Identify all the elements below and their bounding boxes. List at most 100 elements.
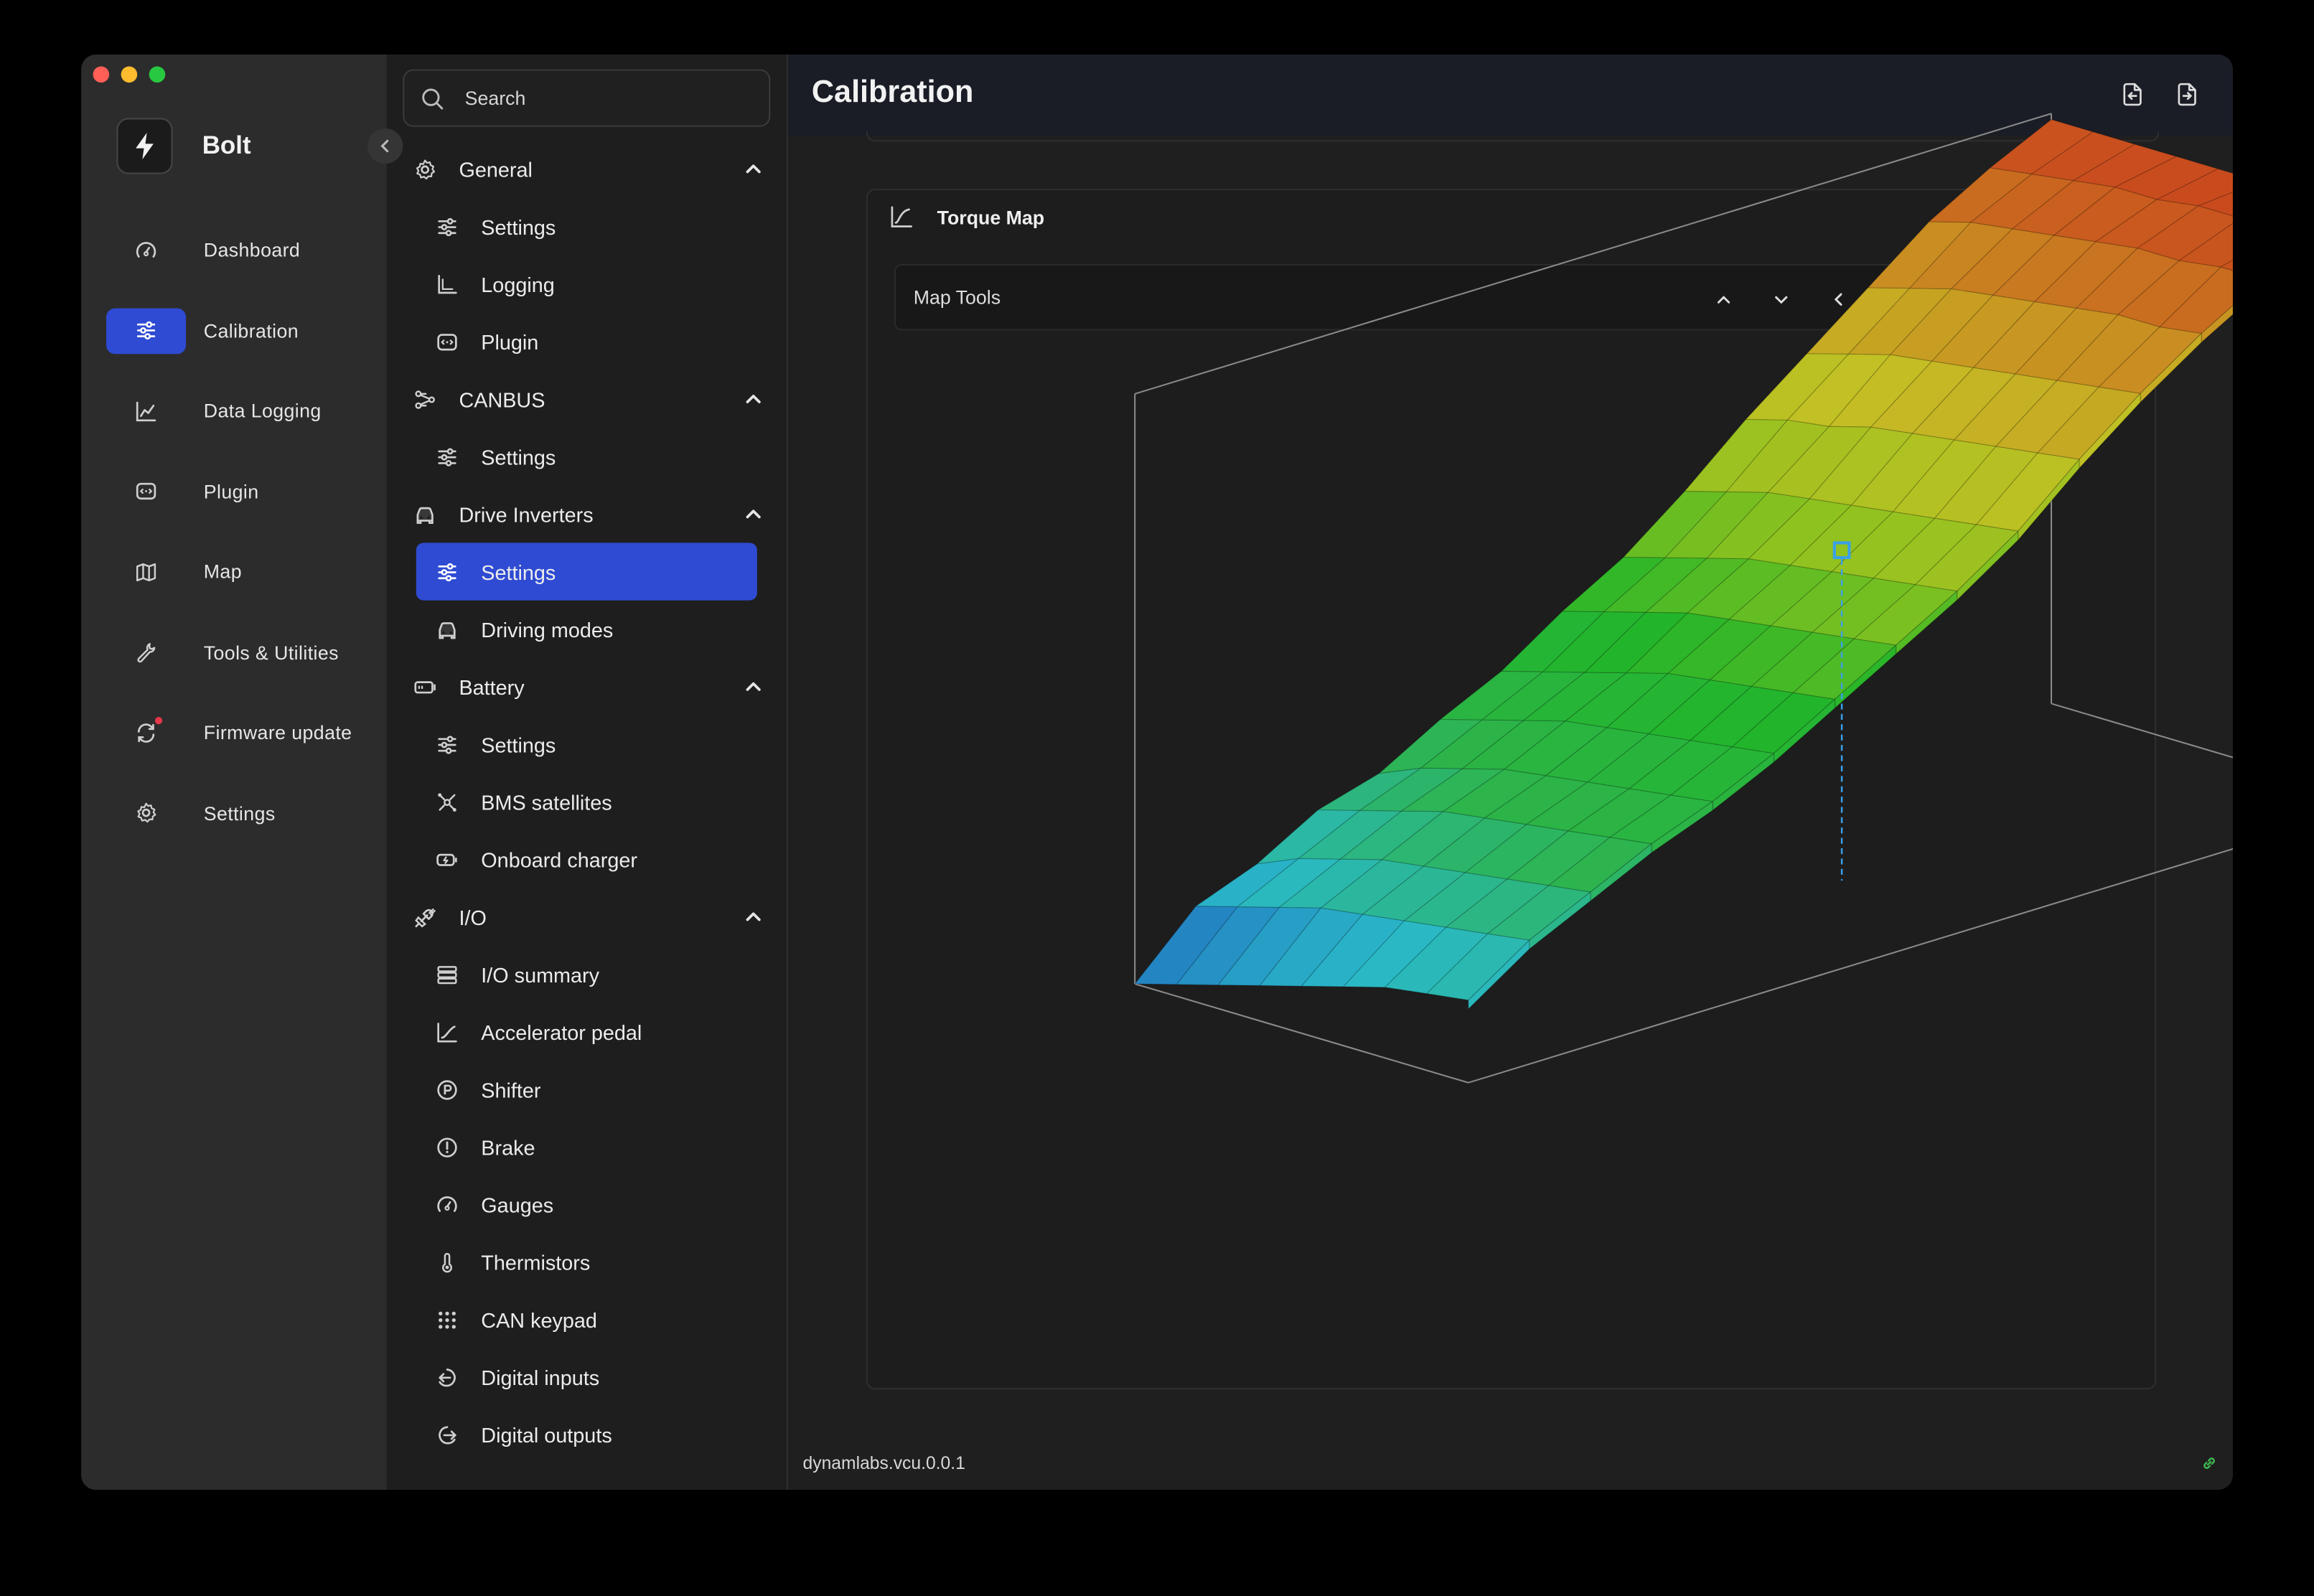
section-item-label: Logging: [481, 272, 555, 296]
chevron-up-icon: [746, 912, 761, 921]
connection-status-icon: [2201, 1453, 2219, 1480]
collapse-group-button[interactable]: [744, 677, 763, 703]
chevron-up-icon: [1716, 295, 1730, 303]
car-icon: [416, 506, 434, 523]
plugin-icon: [437, 333, 457, 350]
section-item-general-plugin[interactable]: Plugin: [409, 313, 767, 370]
section-item-label: Settings: [481, 732, 556, 756]
section-panel: Search General Settings Logging Plugin CANBU…: [386, 55, 788, 1491]
section-item-i-o-digital-outputs[interactable]: Digital outputs: [409, 1406, 767, 1463]
nav-icon-wrap: [106, 710, 186, 756]
section-item-i-o-gauges[interactable]: Gauges: [409, 1175, 767, 1233]
nav-icon-wrap: [106, 629, 186, 675]
car-icon: [439, 621, 456, 639]
map-tools-label: Map Tools: [913, 286, 1001, 309]
sliders-icon: [438, 447, 456, 466]
section-item-label: CAN keypad: [481, 1308, 597, 1332]
import-file-button[interactable]: [2119, 81, 2146, 115]
section-group-general[interactable]: General: [409, 140, 767, 197]
window-controls: [93, 66, 166, 83]
nav-item-plugin[interactable]: Plugin: [106, 469, 378, 515]
nav-item-label: Tools & Utilities: [203, 641, 339, 663]
main-content: Calibration Torque Map Map Tools dynamla…: [787, 55, 2233, 1491]
section-group-label: I/O: [459, 905, 487, 929]
primary-sidebar: Bolt Dashboard Calibration Data Logging Plu…: [81, 55, 403, 1491]
collapse-group-button[interactable]: [744, 907, 763, 934]
section-item-label: Onboard charger: [481, 847, 637, 871]
section-item-general-logging[interactable]: Logging: [409, 255, 767, 313]
nav-item-calibration[interactable]: Calibration: [106, 307, 378, 354]
bolt-logo-icon: [116, 118, 173, 174]
nav-item-label: Settings: [203, 802, 276, 824]
section-item-label: Settings: [481, 215, 556, 238]
app-window: Bolt Dashboard Calibration Data Logging Plu…: [81, 55, 2233, 1491]
chart-curve-icon: [891, 206, 912, 227]
nav-item-label: Plugin: [203, 480, 259, 502]
section-item-label: Digital outputs: [481, 1422, 612, 1447]
export-file-button[interactable]: [2174, 81, 2201, 115]
minimize-window-button[interactable]: [121, 66, 138, 83]
section-item-label: Settings: [481, 560, 556, 583]
section-item-drive-inverters-settings[interactable]: Settings: [409, 543, 767, 601]
section-group-label: CANBUS: [459, 387, 545, 411]
section-group-drive-inverters[interactable]: Drive Inverters: [409, 485, 767, 543]
section-item-drive-inverters-driving-modes[interactable]: Driving modes: [409, 601, 767, 658]
section-item-i-o-brake[interactable]: Brake: [409, 1118, 767, 1175]
section-group-i-o[interactable]: I/O: [409, 888, 767, 945]
section-item-label: Gauges: [481, 1192, 554, 1216]
sliders-icon: [136, 321, 156, 340]
chevron-down-icon: [1774, 295, 1787, 304]
satellite-icon: [438, 792, 456, 811]
nav-icon-wrap: [106, 469, 186, 515]
section-item-label: Shifter: [481, 1077, 541, 1102]
move-down-button[interactable]: [1752, 283, 1809, 314]
search-input[interactable]: Search: [403, 69, 771, 127]
section-item-i-o-shifter[interactable]: Shifter: [409, 1061, 767, 1118]
nav-item-dashboard[interactable]: Dashboard: [106, 227, 378, 273]
nav-item-label: Data Logging: [203, 400, 322, 422]
network-icon: [415, 390, 435, 408]
section-item-i-o-i-o-summary[interactable]: I/O summary: [409, 946, 767, 1003]
plugin-icon: [136, 482, 156, 500]
section-item-label: Digital inputs: [481, 1365, 600, 1389]
section-item-canbus-settings[interactable]: Settings: [409, 428, 767, 485]
section-item-general-settings[interactable]: Settings: [409, 197, 767, 255]
collapse-group-button[interactable]: [744, 390, 763, 416]
collapse-sidebar-button[interactable]: [367, 128, 403, 164]
nav-icon-wrap: [106, 549, 186, 595]
section-item-i-o-thermistors[interactable]: Thermistors: [409, 1233, 767, 1290]
nav-item-firmware-update[interactable]: Firmware update: [106, 710, 378, 756]
battery-icon: [414, 680, 436, 693]
brand: Bolt: [116, 118, 251, 174]
section-item-i-o-digital-inputs[interactable]: Digital inputs: [409, 1348, 767, 1406]
notification-badge: [154, 716, 163, 725]
section-item-i-o-accelerator-pedal[interactable]: Accelerator pedal: [409, 1003, 767, 1061]
move-up-button[interactable]: [1694, 283, 1751, 314]
section-group-label: General: [459, 156, 533, 181]
section-item-battery-bms-satellites[interactable]: BMS satellites: [409, 773, 767, 830]
nav-item-settings[interactable]: Settings: [106, 790, 378, 836]
gauge-icon: [437, 1196, 457, 1211]
section-group-battery[interactable]: Battery: [409, 658, 767, 715]
section-item-label: BMS satellites: [481, 789, 612, 814]
nav-item-map[interactable]: Map: [106, 549, 378, 595]
nav-item-data-logging[interactable]: Data Logging: [106, 388, 378, 434]
section-group-canbus[interactable]: CANBUS: [409, 370, 767, 428]
collapse-group-button[interactable]: [744, 504, 763, 531]
keypad-icon: [439, 1310, 456, 1328]
section-item-battery-settings[interactable]: Settings: [409, 715, 767, 773]
section-item-battery-onboard-charger[interactable]: Onboard charger: [409, 830, 767, 888]
charger-icon: [436, 853, 457, 865]
nav-item-label: Calibration: [203, 319, 299, 342]
sliders-icon: [438, 735, 456, 754]
nav-item-tools-utilities[interactable]: Tools & Utilities: [106, 629, 378, 675]
section-tree: General Settings Logging Plugin CANBUS Settin…: [409, 140, 767, 1463]
curve-icon: [437, 1022, 457, 1042]
close-window-button[interactable]: [93, 66, 110, 83]
collapse-group-button[interactable]: [744, 159, 763, 186]
chevron-up-icon: [746, 164, 761, 174]
brake-icon: [437, 1137, 457, 1157]
search-icon: [421, 86, 444, 110]
zoom-window-button[interactable]: [149, 66, 166, 83]
section-item-i-o-can-keypad[interactable]: CAN keypad: [409, 1291, 767, 1348]
